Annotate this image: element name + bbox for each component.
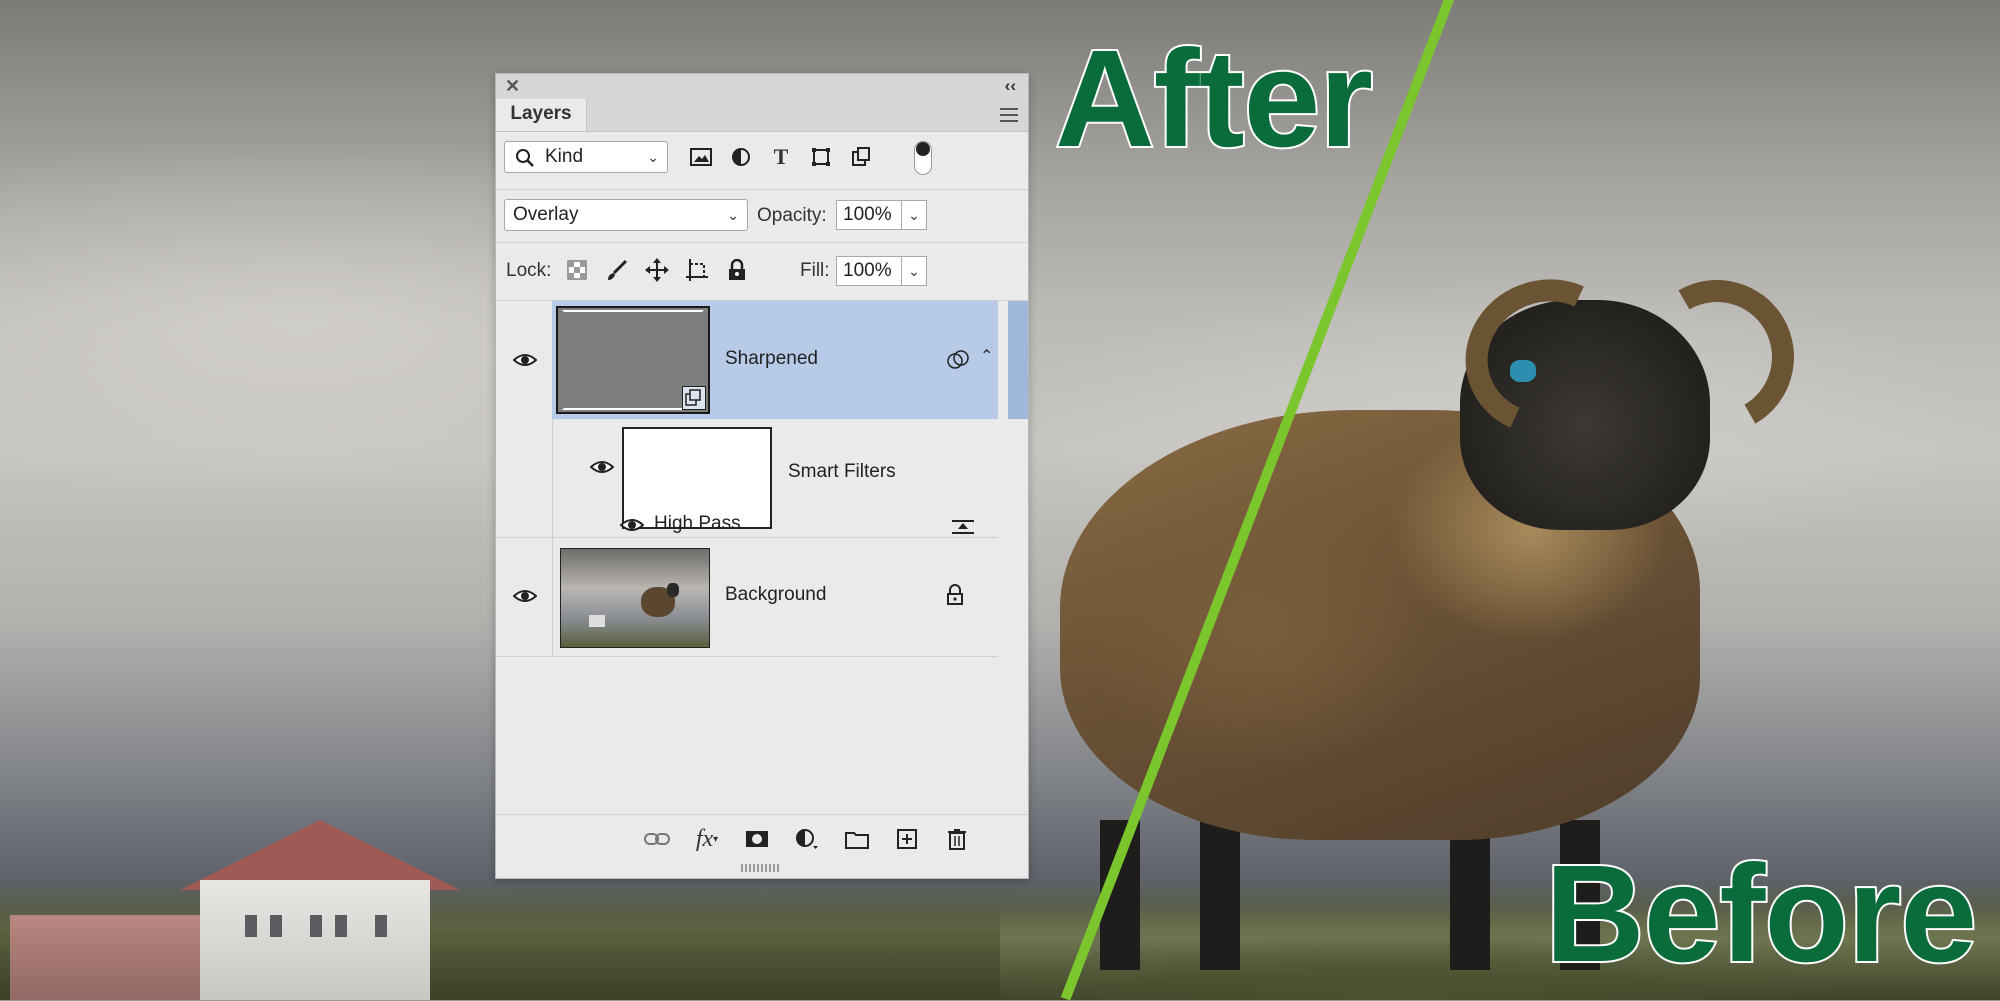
lock-all-icon[interactable]: [724, 257, 750, 283]
opacity-input[interactable]: 100%: [836, 200, 902, 230]
resize-grip[interactable]: [741, 864, 781, 872]
lock-paint-icon[interactable]: [604, 257, 630, 283]
kind-filter-label: Kind: [545, 146, 584, 167]
lock-position-icon[interactable]: [644, 257, 670, 283]
visibility-eye-icon[interactable]: [513, 352, 537, 368]
search-icon: [516, 149, 534, 167]
opacity-label: Opacity:: [757, 205, 827, 226]
house: [10, 820, 470, 1000]
smart-filters-row[interactable]: Smart Filters: [496, 419, 998, 537]
image-filter-icon[interactable]: [688, 144, 714, 170]
layer-thumbnail-sharpened: [556, 306, 710, 414]
mask-icon[interactable]: [743, 825, 771, 853]
panel-menu-icon[interactable]: [1000, 108, 1018, 122]
smart-filters-label: Smart Filters: [788, 461, 896, 482]
layer-name-sharpened: Sharpened: [725, 348, 818, 369]
lock-icon[interactable]: [945, 584, 965, 606]
blend-mode-value: Overlay: [513, 204, 579, 225]
lock-artboard-icon[interactable]: [684, 257, 710, 283]
collapse-icon[interactable]: ‹‹: [1005, 76, 1016, 96]
link-icon[interactable]: [643, 825, 671, 853]
after-label: After: [1053, 20, 1375, 178]
collapse-arrow-icon[interactable]: ⌃: [980, 346, 993, 366]
filter-name-high-pass: High Pass: [654, 513, 741, 534]
adjustment-filter-icon[interactable]: [728, 144, 754, 170]
fill-chevron-icon[interactable]: ⌄: [901, 256, 927, 286]
smart-object-filter-icon[interactable]: [848, 144, 874, 170]
filter-toggle-switch[interactable]: [914, 141, 932, 175]
visibility-eye-icon[interactable]: [513, 588, 537, 604]
fx-icon[interactable]: fx ▾: [693, 825, 721, 853]
scroll-indicator: [1008, 301, 1028, 419]
layers-panel: ✕ ‹‹ Layers Kind ⌄ T Overlay ⌄ Opacity: …: [495, 73, 1029, 879]
tab-layers[interactable]: Layers: [496, 99, 587, 131]
lock-label: Lock:: [506, 260, 552, 281]
adjustment-icon[interactable]: [793, 825, 821, 853]
visibility-eye-icon[interactable]: [620, 517, 644, 533]
layers-list: Sharpened ⌃ Smart Filters High Pass Back…: [496, 301, 1028, 761]
before-label: Before: [1543, 835, 1979, 993]
lock-row: Lock: Fill: 100% ⌄: [496, 243, 1028, 299]
chevron-down-icon: ⌄: [727, 207, 739, 223]
filter-blending-options-icon[interactable]: [951, 517, 975, 537]
type-filter-icon[interactable]: T: [768, 144, 794, 170]
fill-label: Fill:: [800, 260, 830, 281]
smart-object-badge-icon: [682, 386, 706, 410]
filter-row: Kind ⌄ T: [496, 132, 1028, 182]
blend-row: Overlay ⌄ Opacity: 100% ⌄: [496, 190, 1028, 242]
tab-row: Layers: [496, 99, 1028, 132]
smart-filter-indicator-icon[interactable]: [946, 349, 972, 371]
shape-filter-icon[interactable]: [808, 144, 834, 170]
fill-input[interactable]: 100%: [836, 256, 902, 286]
blend-mode-dropdown[interactable]: Overlay ⌄: [504, 199, 748, 231]
layer-name-background: Background: [725, 584, 827, 605]
close-icon[interactable]: ✕: [505, 76, 520, 97]
layer-thumbnail-background: [560, 548, 710, 648]
trash-icon[interactable]: [943, 825, 971, 853]
layers-footer-toolbar: fx ▾: [496, 814, 1028, 863]
layer-row-background[interactable]: Background: [496, 538, 998, 656]
visibility-eye-icon[interactable]: [590, 459, 614, 475]
chevron-down-icon: ⌄: [647, 149, 659, 165]
panel-titlebar: ✕ ‹‹: [496, 74, 1028, 99]
opacity-chevron-icon[interactable]: ⌄: [901, 200, 927, 230]
kind-filter-dropdown[interactable]: Kind ⌄: [504, 141, 668, 173]
group-folder-icon[interactable]: [843, 825, 871, 853]
lock-transparent-icon[interactable]: [564, 257, 590, 283]
new-layer-icon[interactable]: [893, 825, 921, 853]
layer-row-sharpened[interactable]: Sharpened ⌃: [496, 301, 1028, 419]
filter-toggle-icon: [916, 142, 930, 156]
